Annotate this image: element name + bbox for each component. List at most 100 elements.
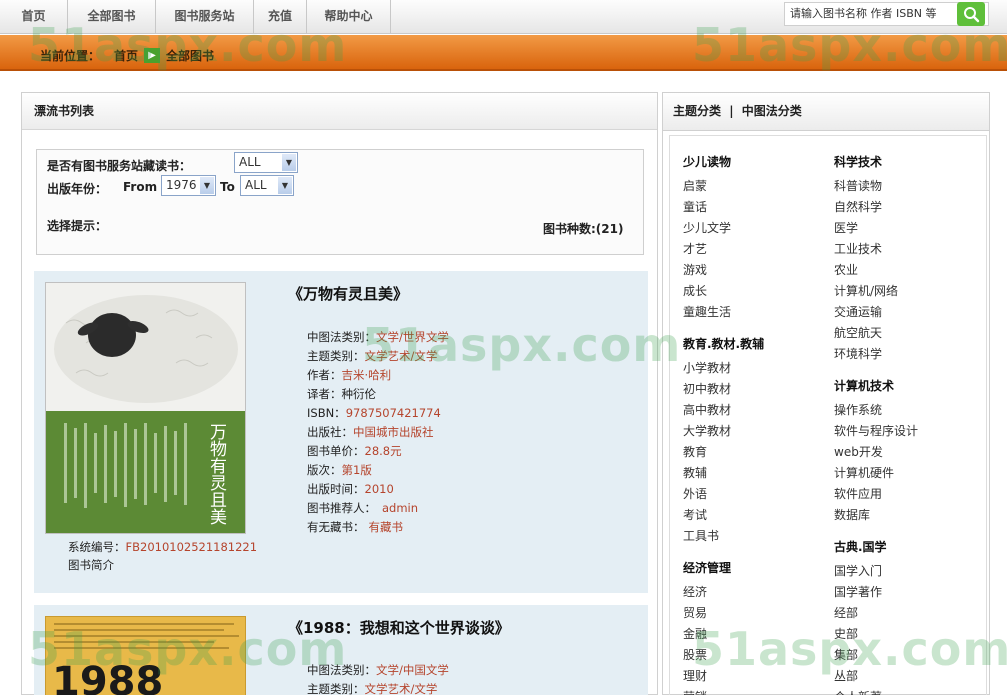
clc-field: 中图法类别：文学/世界文学 bbox=[307, 329, 449, 345]
pubdate-field: 出版时间：2010 bbox=[307, 481, 394, 497]
category-link[interactable]: 外语 bbox=[683, 485, 707, 502]
search-icon bbox=[964, 7, 980, 23]
category-link[interactable]: 教育 bbox=[683, 443, 707, 460]
category-link[interactable]: 国学入门 bbox=[834, 562, 882, 579]
category-link[interactable]: 操作系统 bbox=[834, 401, 882, 418]
category-link[interactable]: 自然科学 bbox=[834, 198, 882, 215]
category-link[interactable]: 软件与程序设计 bbox=[834, 422, 918, 439]
category-link[interactable]: 个人新著 bbox=[834, 688, 882, 695]
category-link[interactable]: 史部 bbox=[834, 625, 858, 642]
category-link[interactable]: web开发 bbox=[834, 443, 883, 460]
author-field: 作者：吉米·哈利 bbox=[307, 367, 391, 383]
breadcrumb-home[interactable]: 首页 bbox=[114, 47, 138, 64]
category-heading[interactable]: 教育.教材.教辅 bbox=[683, 335, 764, 352]
category-link[interactable]: 少儿文学 bbox=[683, 219, 731, 236]
tab-topic-category[interactable]: 主题分类 bbox=[673, 104, 721, 118]
category-link[interactable]: 高中教材 bbox=[683, 401, 731, 418]
category-heading[interactable]: 古典.国学 bbox=[834, 538, 887, 555]
category-link[interactable]: 童话 bbox=[683, 198, 707, 215]
nav-recharge[interactable]: 充值 bbox=[254, 0, 307, 34]
category-link[interactable]: 工业技术 bbox=[834, 240, 882, 257]
clc-label: 中图法类别： bbox=[307, 663, 376, 677]
category-link[interactable]: 童趣生活 bbox=[683, 303, 731, 320]
category-link[interactable]: 理财 bbox=[683, 667, 707, 684]
category-link[interactable]: 经济 bbox=[683, 583, 707, 600]
edition-label: 版次： bbox=[307, 463, 342, 477]
category-link[interactable]: 科普读物 bbox=[834, 177, 882, 194]
price-field: 图书单价：28.8元 bbox=[307, 443, 402, 459]
category-link[interactable]: 才艺 bbox=[683, 240, 707, 257]
category-heading[interactable]: 经济管理 bbox=[683, 559, 731, 576]
category-link[interactable]: 游戏 bbox=[683, 261, 707, 278]
clc-value[interactable]: 文学/中国文学 bbox=[376, 663, 449, 677]
book-title[interactable]: 《万物有灵且美》 bbox=[288, 283, 408, 304]
category-link[interactable]: 成长 bbox=[683, 282, 707, 299]
category-heading[interactable]: 计算机技术 bbox=[834, 377, 894, 394]
edition-field: 版次：第1版 bbox=[307, 462, 372, 478]
year-from-select[interactable]: 1976 ▼ bbox=[161, 175, 216, 196]
topic-value[interactable]: 文学艺术/文学 bbox=[365, 682, 438, 695]
breadcrumb-current: 全部图书 bbox=[166, 49, 215, 63]
category-link[interactable]: 计算机/网络 bbox=[834, 282, 898, 299]
category-link[interactable]: 丛部 bbox=[834, 667, 858, 684]
category-link[interactable]: 数据库 bbox=[834, 506, 870, 523]
station-filter-label: 是否有图书服务站藏读书： bbox=[47, 159, 192, 173]
isbn-field: ISBN：9787507421774 bbox=[307, 405, 441, 421]
search-button[interactable] bbox=[957, 2, 985, 26]
book-title[interactable]: 《1988：我想和这个世界谈谈》 bbox=[288, 617, 510, 638]
price-value: 28.8元 bbox=[364, 444, 402, 458]
chevron-down-icon: ▼ bbox=[282, 154, 296, 171]
category-link[interactable]: 大学教材 bbox=[683, 422, 731, 439]
category-link[interactable]: 工具书 bbox=[683, 527, 719, 544]
stock-value[interactable]: 有藏书 bbox=[369, 520, 404, 534]
category-link[interactable]: 教辅 bbox=[683, 464, 707, 481]
nav-home[interactable]: 首页 bbox=[0, 0, 68, 34]
filter-box: 是否有图书服务站藏读书： ALL ▼ 出版年份： From 1976 ▼ To … bbox=[36, 149, 644, 255]
category-link[interactable]: 交通运输 bbox=[834, 303, 882, 320]
category-link[interactable]: 启蒙 bbox=[683, 177, 707, 194]
clc-value[interactable]: 文学/世界文学 bbox=[376, 330, 449, 344]
translator-value: 种衍伦 bbox=[341, 387, 377, 401]
category-link[interactable]: 贸易 bbox=[683, 604, 707, 621]
publisher-value[interactable]: 中国城市出版社 bbox=[353, 425, 434, 439]
category-panel: 主题分类 | 中图法分类 少儿读物 启蒙 童话 少儿文学 才艺 游戏 成长 童趣生活 教育.教材… bbox=[662, 92, 990, 695]
tab-clc-category[interactable]: 中图法分类 bbox=[742, 104, 802, 118]
nav-help-center[interactable]: 帮助中心 bbox=[307, 0, 391, 34]
category-link[interactable]: 经部 bbox=[834, 604, 858, 621]
nav-book-station[interactable]: 图书服务站 bbox=[156, 0, 254, 34]
isbn-label: ISBN： bbox=[307, 406, 346, 420]
category-link[interactable]: 股票 bbox=[683, 646, 707, 663]
category-link[interactable]: 初中教材 bbox=[683, 380, 731, 397]
category-link[interactable]: 金融 bbox=[683, 625, 707, 642]
topic-label: 主题类别： bbox=[307, 682, 365, 695]
book-cover-image[interactable]: 万物有灵且美 bbox=[45, 282, 246, 534]
recommender-value[interactable]: admin bbox=[382, 501, 418, 515]
category-heading[interactable]: 少儿读物 bbox=[683, 153, 731, 170]
topic-value[interactable]: 文学艺术/文学 bbox=[365, 349, 438, 363]
isbn-value: 9787507421774 bbox=[345, 406, 441, 420]
category-heading[interactable]: 科学技术 bbox=[834, 153, 882, 170]
category-link[interactable]: 农业 bbox=[834, 261, 858, 278]
category-link[interactable]: 考试 bbox=[683, 506, 707, 523]
category-link[interactable]: 环境科学 bbox=[834, 345, 882, 362]
category-link[interactable]: 软件应用 bbox=[834, 485, 882, 502]
category-link[interactable]: 航空航天 bbox=[834, 324, 882, 341]
sysno-field: 系统编号：FB2010102521181221 bbox=[68, 539, 257, 555]
year-to-select[interactable]: ALL ▼ bbox=[240, 175, 294, 196]
category-link[interactable]: 国学著作 bbox=[834, 583, 882, 600]
category-link[interactable]: 医学 bbox=[834, 219, 858, 236]
category-link[interactable]: 集部 bbox=[834, 646, 858, 663]
author-value[interactable]: 吉米·哈利 bbox=[342, 368, 392, 382]
station-select-value: ALL bbox=[239, 155, 261, 169]
book-card: 万物有灵且美 《万物有灵且美》 中图法类别：文学/世界文学 主题类别：文学艺术/… bbox=[34, 271, 648, 593]
nav-all-books[interactable]: 全部图书 bbox=[68, 0, 156, 34]
sysno-value: FB2010102521181221 bbox=[125, 540, 258, 554]
topic-label: 主题类别： bbox=[307, 349, 365, 363]
category-link[interactable]: 营销 bbox=[683, 688, 707, 695]
book-cover-image[interactable]: 1988 bbox=[45, 616, 246, 695]
category-link[interactable]: 计算机硬件 bbox=[834, 464, 894, 481]
category-link[interactable]: 小学教材 bbox=[683, 359, 731, 376]
sheep-cover-art: 万物有灵且美 bbox=[46, 283, 245, 533]
book-intro-link[interactable]: 图书简介 bbox=[68, 557, 114, 573]
station-select[interactable]: ALL ▼ bbox=[234, 152, 298, 173]
